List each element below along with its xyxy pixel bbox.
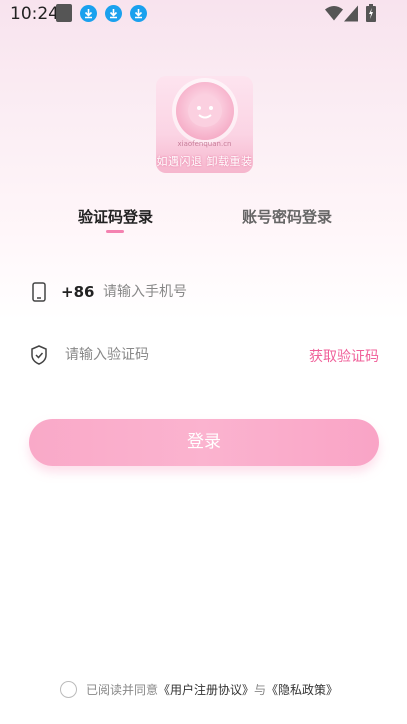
login-button[interactable]: 登录 xyxy=(29,419,379,466)
download-icon xyxy=(130,5,147,22)
phone-input[interactable] xyxy=(103,279,363,305)
phone-icon xyxy=(32,282,46,302)
logo-mascot xyxy=(176,82,234,140)
app-logo: xiaofenquan.cn 如遇闪退 卸载重装 xyxy=(156,76,253,173)
agreement-text: 已阅读并同意《用户注册协议》与《隐私政策》 xyxy=(86,681,338,698)
country-code[interactable]: +86 xyxy=(61,283,94,301)
shopping-bag-icon xyxy=(56,4,72,22)
logo-slogan: 如遇闪退 卸载重装 xyxy=(156,155,253,168)
shield-icon xyxy=(31,345,47,365)
privacy-policy-link[interactable]: 《隐私政策》 xyxy=(266,683,338,697)
code-row: 获取验证码 xyxy=(0,339,407,371)
tab-password-login[interactable]: 账号密码登录 xyxy=(242,206,332,227)
agreement-row: 已阅读并同意《用户注册协议》与《隐私政策》 xyxy=(60,679,390,699)
download-icon xyxy=(80,5,97,22)
verification-code-input[interactable] xyxy=(65,342,285,368)
logo-url: xiaofenquan.cn xyxy=(177,140,232,148)
agreement-conjunction: 与 xyxy=(254,683,267,697)
tab-active-indicator xyxy=(106,230,124,233)
agreement-prefix: 已阅读并同意 xyxy=(86,683,159,697)
signal-icon xyxy=(344,5,358,22)
status-time: 10:24 xyxy=(10,4,59,24)
battery-charging-icon xyxy=(366,4,376,22)
get-code-button[interactable]: 获取验证码 xyxy=(309,346,379,366)
smiley-face-icon xyxy=(188,95,222,127)
phone-row: +86 xyxy=(0,276,407,308)
tab-verification-login[interactable]: 验证码登录 xyxy=(78,206,153,227)
status-bar: 10:24 xyxy=(0,0,407,28)
user-agreement-link[interactable]: 《用户注册协议》 xyxy=(158,683,254,697)
download-icon xyxy=(105,5,122,22)
wifi-icon xyxy=(325,6,343,21)
agreement-checkbox[interactable] xyxy=(60,681,77,698)
